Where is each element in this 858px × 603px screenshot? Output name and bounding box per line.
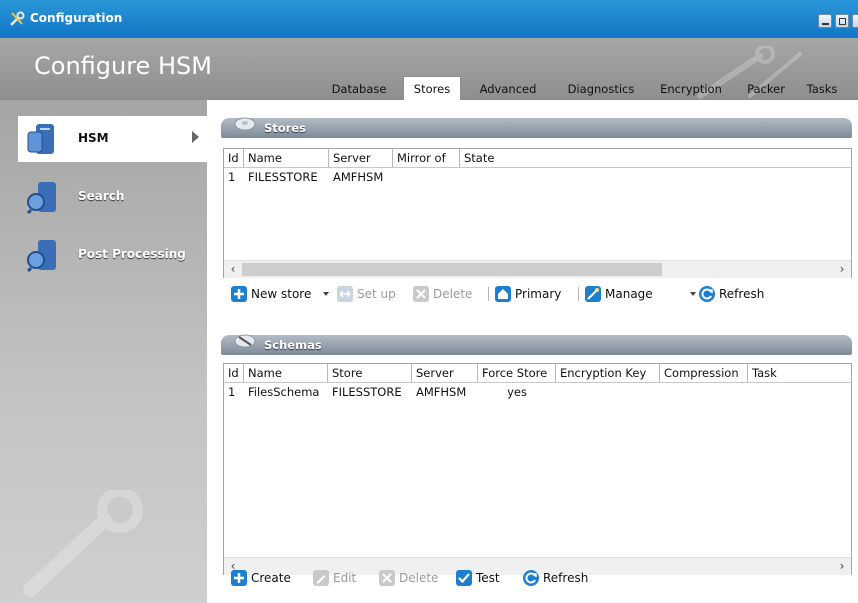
column-header[interactable]: Force Store <box>478 364 556 382</box>
tab-tasks[interactable]: Tasks <box>802 78 842 100</box>
window-title: Configuration <box>30 11 123 25</box>
schemas-toolbar: Create Edit Delete Test Refresh <box>223 567 852 589</box>
magic-wand-icon <box>585 286 601 302</box>
setup-arrows-icon <box>337 286 353 302</box>
section-title: Stores <box>264 121 306 135</box>
column-header[interactable]: Server <box>412 364 478 382</box>
toolbar-separator <box>488 287 489 301</box>
chevron-right-icon <box>192 131 199 143</box>
schemas-section-header: Schemas <box>221 334 852 355</box>
sidebar: HSM Search Post Processing <box>0 100 207 603</box>
table-header: Id Name Store Server Force Store Encrypt… <box>224 364 851 383</box>
sidebar-item-label: HSM <box>78 131 109 145</box>
tab-database[interactable]: Database <box>324 78 394 100</box>
tab-advanced[interactable]: Advanced <box>472 78 544 100</box>
section-title: Schemas <box>264 338 322 352</box>
column-header[interactable]: Task <box>748 364 851 382</box>
column-header[interactable]: Mirror of <box>393 149 460 167</box>
column-header[interactable]: Store <box>328 364 412 382</box>
disk-icon <box>234 117 256 131</box>
scrollbar-thumb[interactable] <box>242 263 662 276</box>
sidebar-item-hsm[interactable]: HSM <box>18 116 207 162</box>
tab-packer[interactable]: Packer <box>740 78 792 100</box>
tab-encryption[interactable]: Encryption <box>652 78 730 100</box>
column-header[interactable]: Id <box>224 364 244 382</box>
sidebar-item-post-processing[interactable]: Post Processing <box>18 232 207 278</box>
sidebar-item-label: Post Processing <box>78 247 186 261</box>
refresh-icon <box>699 286 715 302</box>
search-server-icon <box>26 182 56 214</box>
server-icon <box>27 124 54 154</box>
scroll-left-icon[interactable]: ‹ <box>226 263 240 276</box>
column-header[interactable]: Id <box>224 149 244 167</box>
cell-id: 1 <box>228 385 236 399</box>
configuration-window: Configuration Configure HSM Database Sto… <box>0 0 858 603</box>
tab-stores[interactable]: Stores <box>403 76 461 100</box>
cell-server: AMFHSM <box>333 170 384 184</box>
table-header: Id Name Server Mirror of State <box>224 149 851 168</box>
schema-disk-icon <box>234 334 256 348</box>
cell-force-store: yes <box>507 385 527 399</box>
column-header[interactable]: Compression <box>660 364 748 382</box>
delete-icon <box>379 570 395 586</box>
cell-compression <box>660 383 748 401</box>
column-header[interactable]: State <box>460 149 851 167</box>
cell-server: AMFHSM <box>416 385 467 399</box>
refresh-icon <box>523 570 539 586</box>
cell-state <box>460 168 560 186</box>
cell-mirror-of <box>393 168 460 186</box>
page-title: Configure HSM <box>34 52 212 80</box>
plus-icon <box>231 286 247 302</box>
column-header[interactable]: Server <box>329 149 393 167</box>
edit-icon <box>313 570 329 586</box>
stores-section-header: Stores <box>221 117 852 138</box>
stores-toolbar: New store Set up Delete Primary Manage R… <box>223 283 852 305</box>
cell-name: FilesSchema <box>248 385 320 399</box>
checkmark-icon <box>456 570 472 586</box>
cell-store: FILESSTORE <box>332 385 402 399</box>
close-button[interactable] <box>852 14 858 28</box>
title-bar: Configuration <box>0 0 858 38</box>
column-header[interactable]: Name <box>244 364 328 382</box>
main-panel: Stores Id Name Server Mirror of State 1 … <box>207 100 858 603</box>
maximize-button[interactable] <box>835 14 849 28</box>
table-row[interactable]: 1 FILESSTORE AMFHSM <box>224 168 851 186</box>
post-processing-icon <box>26 240 56 272</box>
cell-id: 1 <box>228 170 236 184</box>
scroll-right-icon[interactable]: › <box>835 263 849 276</box>
cell-task <box>748 383 848 401</box>
schemas-table[interactable]: Id Name Store Server Force Store Encrypt… <box>223 363 852 575</box>
new-store-dropdown-icon[interactable] <box>323 292 329 296</box>
cell-name: FILESSTORE <box>248 170 318 184</box>
table-row[interactable]: 1 FilesSchema FILESSTORE AMFHSM yes <box>224 383 851 401</box>
delete-icon <box>413 286 429 302</box>
toolbar-separator <box>578 287 579 301</box>
home-icon <box>495 286 511 302</box>
column-header[interactable]: Encryption Key <box>556 364 660 382</box>
sidebar-item-label: Search <box>78 189 125 203</box>
minimize-button[interactable] <box>818 14 832 28</box>
tools-icon <box>10 11 25 26</box>
wrench-watermark-icon <box>23 490 143 597</box>
stores-table[interactable]: Id Name Server Mirror of State 1 FILESST… <box>223 148 852 278</box>
plus-icon <box>231 570 247 586</box>
tab-diagnostics[interactable]: Diagnostics <box>560 78 642 100</box>
sidebar-item-search[interactable]: Search <box>18 174 207 220</box>
column-header[interactable]: Name <box>244 149 329 167</box>
cell-encryption-key <box>556 383 660 401</box>
manage-dropdown-icon[interactable] <box>690 292 696 296</box>
horizontal-scrollbar[interactable]: ‹ › <box>224 260 851 278</box>
